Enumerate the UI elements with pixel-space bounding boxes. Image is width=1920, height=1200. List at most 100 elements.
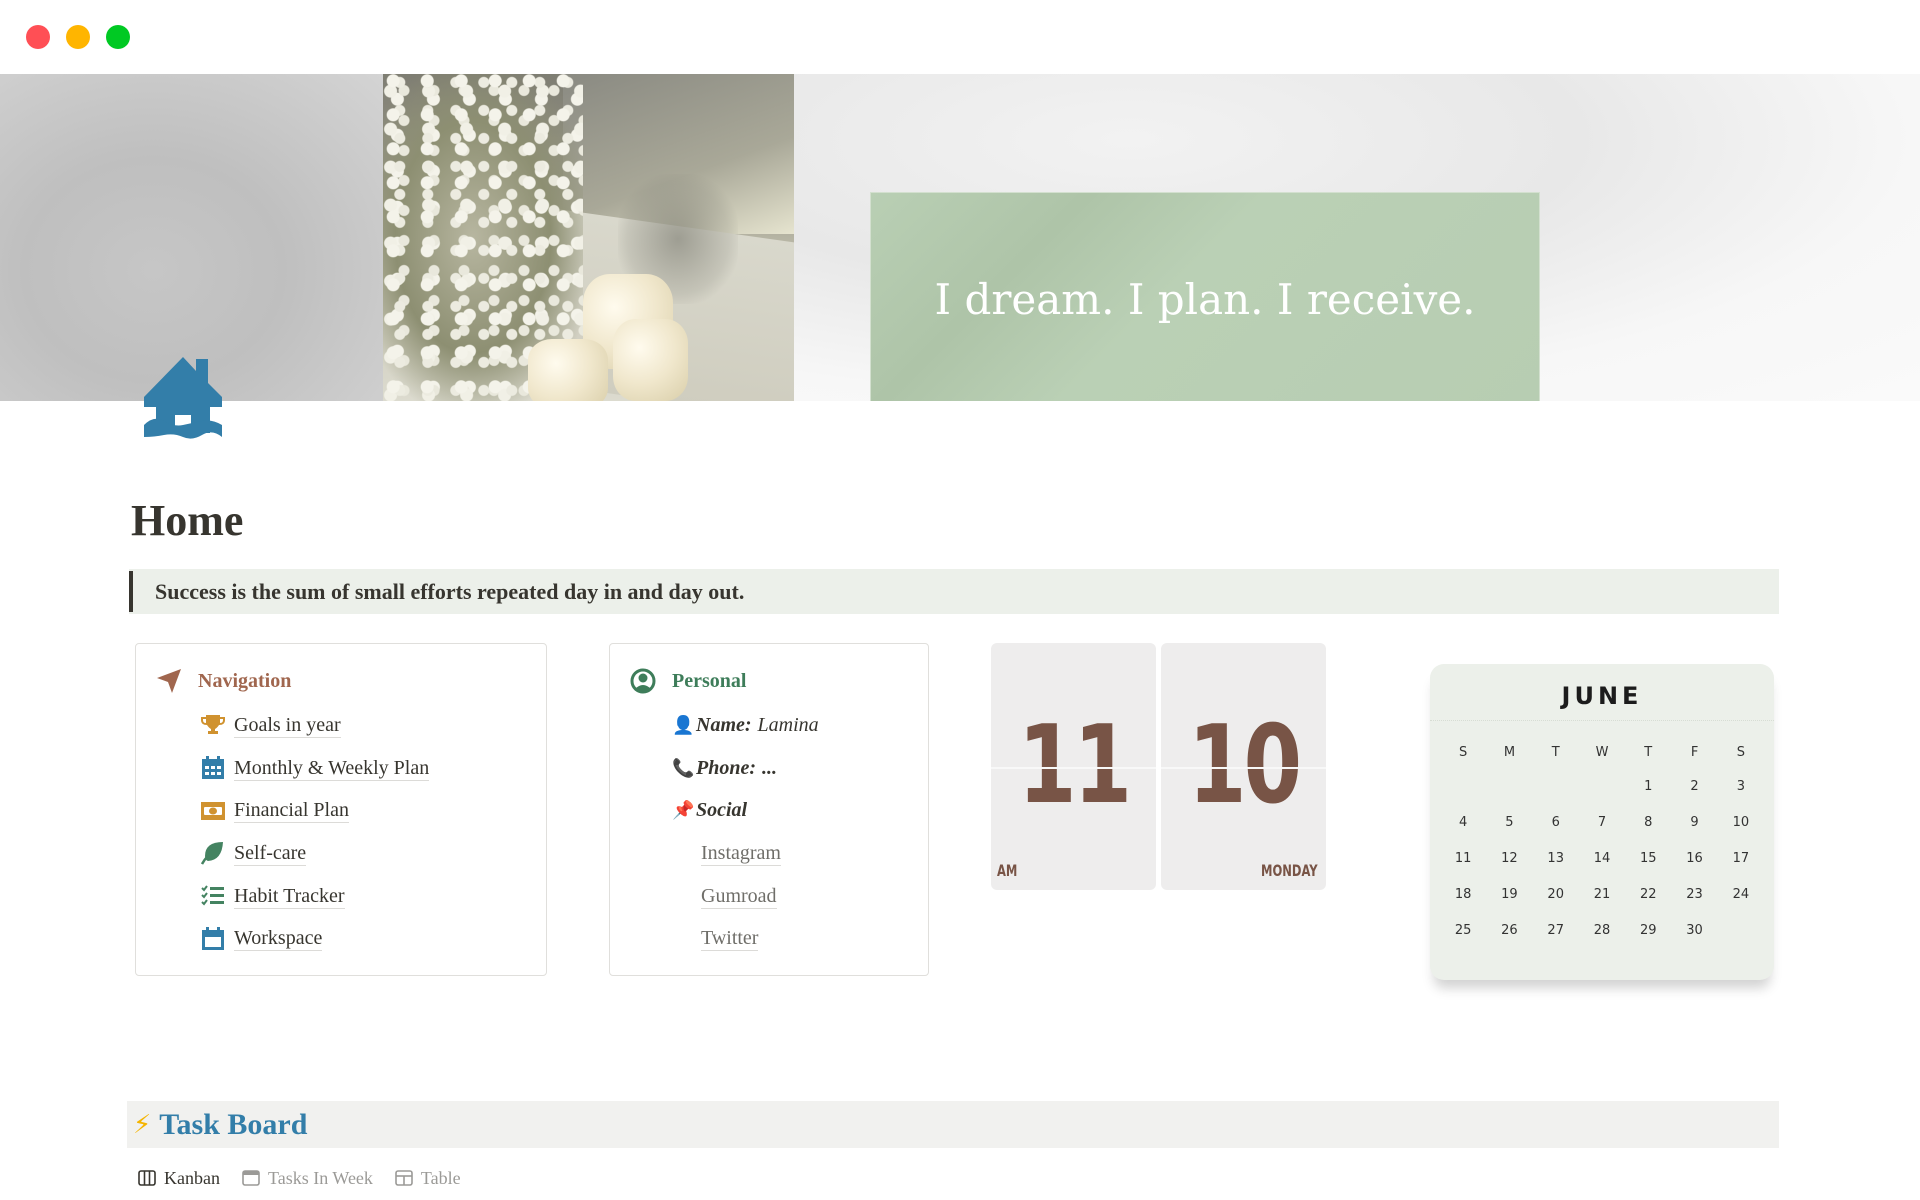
calendar-day[interactable]: 14 — [1579, 840, 1625, 876]
calendar-day[interactable]: 4 — [1440, 804, 1486, 840]
calendar-day[interactable]: 3 — [1718, 768, 1764, 804]
house-flood-icon[interactable] — [142, 355, 224, 441]
minimize-window-button[interactable] — [66, 25, 90, 49]
task-board-title: Task Board — [159, 1107, 308, 1141]
clock-hour-card: 11 AM — [991, 643, 1156, 890]
lightning-icon: ⚡ — [133, 1109, 152, 1140]
calendar-day[interactable]: 9 — [1671, 804, 1717, 840]
calendar-day[interactable]: 26 — [1486, 912, 1532, 948]
calendar-day[interactable]: 20 — [1533, 876, 1579, 912]
calendar-day[interactable]: 21 — [1579, 876, 1625, 912]
nav-item-label: Workspace — [234, 927, 323, 952]
calendar-day[interactable]: 25 — [1440, 912, 1486, 948]
calendar-day[interactable]: 30 — [1671, 912, 1717, 948]
calendar-grid-icon — [200, 755, 226, 781]
clock-weekday: MONDAY — [1261, 861, 1318, 880]
window-titlebar — [0, 0, 1920, 74]
flip-divider — [991, 767, 1156, 769]
calendar-day[interactable]: 23 — [1671, 876, 1717, 912]
personal-social-row: 📌 Social — [672, 789, 819, 832]
cover-photo-flowers-candles — [383, 74, 794, 401]
nav-item-label: Goals in year — [234, 713, 341, 738]
maximize-window-button[interactable] — [106, 25, 130, 49]
calendar-day[interactable]: 15 — [1625, 840, 1671, 876]
tab-tasks-in-week[interactable]: Tasks In Week — [242, 1166, 373, 1190]
checklist-icon — [200, 883, 226, 909]
calendar-day[interactable]: 28 — [1579, 912, 1625, 948]
calendar-day[interactable]: 5 — [1486, 804, 1532, 840]
calendar-weekday: W — [1595, 744, 1609, 760]
calendar-day[interactable]: 6 — [1533, 804, 1579, 840]
cover-left-backdrop — [0, 74, 383, 401]
calendar-day[interactable]: 2 — [1671, 768, 1717, 804]
board-icon — [138, 1170, 156, 1186]
nav-item-goals-in-year[interactable]: Goals in year — [200, 704, 429, 747]
calendar-day[interactable]: 17 — [1718, 840, 1764, 876]
nav-item-label: Self-care — [234, 841, 307, 866]
calendar-day[interactable]: 24 — [1718, 876, 1764, 912]
nav-item-self-care[interactable]: Self-care — [200, 832, 429, 875]
calendar-blank — [1579, 768, 1625, 804]
calendar-weekday: S — [1459, 744, 1468, 760]
calendar-day[interactable]: 1 — [1625, 768, 1671, 804]
nav-item-financial-plan[interactable]: Financial Plan — [200, 789, 429, 832]
phone-icon: 📞 — [672, 757, 695, 779]
bust-silhouette-icon: 👤 — [672, 714, 695, 736]
nav-item-monthly-weekly-plan[interactable]: Monthly & Weekly Plan — [200, 747, 430, 790]
social-link-gumroad[interactable]: Gumroad — [672, 875, 819, 918]
task-board-heading[interactable]: ⚡ Task Board — [127, 1101, 1779, 1148]
phone-value: ... — [762, 756, 777, 779]
social-link-twitter[interactable]: Twitter — [672, 917, 819, 960]
calendar-blank — [1440, 768, 1486, 804]
nav-item-workspace[interactable]: Workspace — [200, 917, 429, 960]
calendar-day[interactable]: 19 — [1486, 876, 1532, 912]
tab-kanban[interactable]: Kanban — [138, 1166, 220, 1190]
tab-label: Tasks In Week — [267, 1167, 373, 1188]
social-link-instagram[interactable]: Instagram — [672, 832, 819, 875]
personal-phone-row: 📞 Phone: ... — [672, 747, 819, 790]
calendar-month: JUNE — [1561, 682, 1643, 710]
calendar-day[interactable]: 18 — [1440, 876, 1486, 912]
clock-hour: 11 — [1017, 703, 1132, 828]
calendar-day[interactable]: 8 — [1625, 804, 1671, 840]
calendar-day[interactable]: 10 — [1718, 804, 1764, 840]
personal-name-row: 👤 Name: Lamina — [672, 704, 819, 747]
quote-block[interactable]: Success is the sum of small efforts repe… — [129, 569, 1779, 614]
calendar-weekday: T — [1551, 744, 1560, 760]
social-label: Social — [696, 799, 748, 822]
clock-minute: 10 — [1187, 703, 1302, 828]
close-window-button[interactable] — [26, 25, 50, 49]
social-link-label[interactable]: Twitter — [701, 926, 759, 952]
cover-quote-card: I dream. I plan. I receive. — [870, 192, 1540, 401]
candle — [528, 339, 608, 401]
social-link-label[interactable]: Gumroad — [701, 884, 777, 909]
calendar-day[interactable]: 11 — [1440, 840, 1486, 876]
calendar-day[interactable]: 12 — [1486, 840, 1532, 876]
calendar-day[interactable]: 27 — [1533, 912, 1579, 948]
tab-label: Kanban — [164, 1167, 220, 1188]
database-view-tabs: Kanban Tasks In Week Table — [138, 1166, 483, 1200]
tab-table[interactable]: Table — [395, 1166, 461, 1190]
social-link-label[interactable]: Instagram — [701, 841, 781, 866]
calendar-divider — [1430, 720, 1774, 721]
page-title[interactable]: Home — [131, 495, 243, 546]
phone-label: Phone: — [696, 756, 756, 779]
leaf-icon — [200, 840, 226, 866]
nav-item-habit-tracker[interactable]: Habit Tracker — [200, 875, 429, 918]
calendar-day[interactable]: 29 — [1625, 912, 1671, 948]
calendar-weekday: F — [1690, 744, 1699, 760]
calendar-weekday: S — [1736, 744, 1745, 760]
personal-panel: Personal 👤 Name: Lamina 📞 Phone: ... 📌 S… — [609, 643, 929, 976]
cover-quote-text: I dream. I plan. I receive. — [934, 275, 1476, 324]
personal-title: Personal — [672, 669, 747, 692]
calendar-day[interactable]: 13 — [1533, 840, 1579, 876]
tab-label: Table — [420, 1167, 461, 1188]
quote-text: Success is the sum of small efforts repe… — [155, 578, 745, 604]
calendar-weekday: M — [1503, 744, 1516, 760]
table-icon — [395, 1170, 413, 1186]
calendar-day[interactable]: 7 — [1579, 804, 1625, 840]
calendar-day[interactable]: 22 — [1625, 876, 1671, 912]
navigation-header: Navigation — [156, 668, 291, 694]
calendar-day[interactable]: 16 — [1671, 840, 1717, 876]
candle — [613, 319, 688, 401]
